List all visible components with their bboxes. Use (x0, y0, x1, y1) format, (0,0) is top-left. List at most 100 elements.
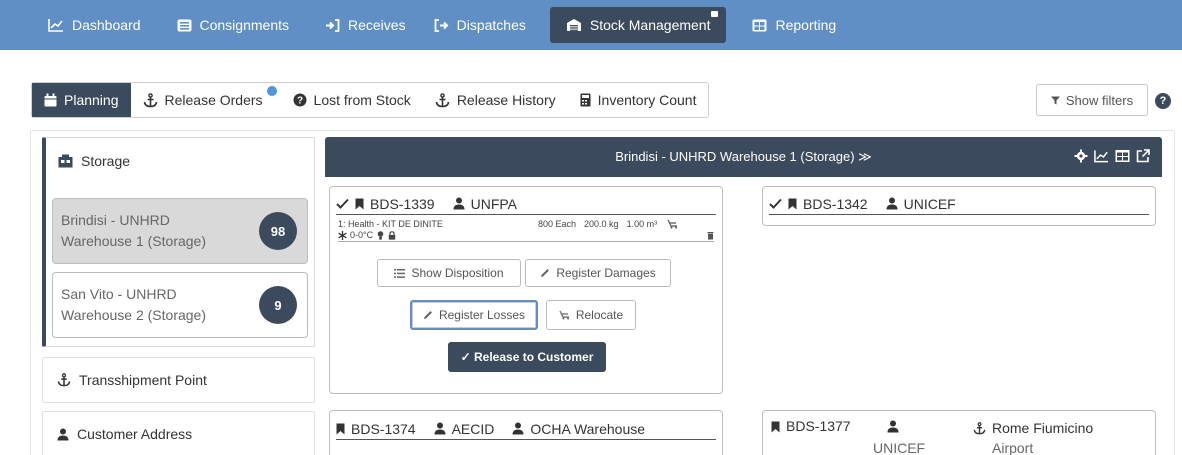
warehouse-item-san-vito[interactable]: San Vito - UNHRD Warehouse 2 (Storage) 9 (52, 272, 308, 338)
card-id: BDS-1377 (771, 418, 873, 455)
nav-dispatches-label: Dispatches (456, 17, 526, 33)
tab-lost-from-stock[interactable]: ? Lost from Stock (281, 83, 423, 117)
gear-icon[interactable] (1074, 149, 1088, 163)
tab-release-history[interactable]: Release History (423, 83, 568, 117)
warehouse-name-line1: Brindisi - UNHRD (61, 212, 170, 228)
show-filters-label: Show filters (1065, 92, 1134, 108)
nav-stock-management[interactable]: Stock Management (549, 7, 727, 43)
notification-dot (711, 11, 719, 17)
line-chart-icon (48, 19, 63, 32)
register-damages-button[interactable]: Register Damages (525, 259, 671, 287)
shipment-card[interactable]: BDS-1374 AECID OCHA Warehouse (329, 410, 723, 455)
cargo-weight: 200.0 kg (584, 219, 619, 229)
register-losses-button[interactable]: Register Losses (410, 300, 538, 330)
card-id: BDS-1339 (336, 196, 435, 212)
warehouse-name-line2: Warehouse 2 (Storage) (61, 307, 206, 323)
show-filters-button[interactable]: Show filters (1036, 84, 1148, 116)
nav-dashboard[interactable]: Dashboard (36, 0, 153, 50)
tab-release-history-label: Release History (456, 92, 556, 108)
card-id-label: BDS-1339 (370, 195, 435, 212)
nav-dispatches[interactable]: Dispatches (422, 0, 538, 50)
snowflake-icon (338, 230, 347, 240)
cargo-qty: 800 Each (538, 219, 577, 229)
card-destination-line1: Rome Fiumicino (992, 420, 1094, 436)
transshipment-label: Transshipment Point (79, 372, 207, 388)
storage-label: Storage (81, 153, 131, 169)
card-id-label: BDS-1342 (803, 195, 868, 212)
card-id-label: BDS-1374 (351, 420, 416, 437)
nav-receives[interactable]: Receives (313, 0, 418, 50)
card-owner: UNICEF (886, 196, 956, 212)
show-disposition-label: Show Disposition (411, 266, 504, 280)
bookmark-icon (771, 421, 780, 433)
card-owner: UNICEF (873, 418, 973, 455)
external-link-icon[interactable] (1136, 149, 1150, 163)
user-icon (886, 197, 898, 210)
card-id: BDS-1342 (769, 196, 868, 212)
card-destination-label: OCHA Warehouse (530, 420, 646, 437)
storage-header[interactable]: Storage (46, 138, 314, 184)
card-destination: OCHA Warehouse (512, 421, 645, 437)
shipment-card[interactable]: BDS-1339 UNFPA 1: Health - KIT DE DINITE… (329, 186, 723, 394)
card-header: BDS-1342 UNICEF (769, 193, 1149, 215)
card-owner: UNFPA (453, 196, 517, 212)
subtabs: Planning Release Orders ? Lost from Stoc… (31, 82, 710, 118)
customer-address-label: Customer Address (77, 426, 193, 442)
user-icon (453, 197, 465, 210)
user-icon (434, 422, 446, 435)
cargo-line: 1: Health - KIT DE DINITE 800 Each 200.0… (338, 219, 714, 229)
check-icon[interactable] (769, 198, 782, 209)
check-icon[interactable] (336, 198, 349, 209)
shipment-card[interactable]: BDS-1377 UNICEF Rome Fiumicino Airport (762, 410, 1156, 455)
bookmark-icon (788, 198, 797, 209)
cargo-volume: 1.00 m³ (626, 219, 658, 229)
location-sidebar: Storage Brindisi - UNHRD Warehouse 1 (St… (42, 137, 315, 455)
grid-icon[interactable] (1115, 149, 1130, 163)
sign-in-icon (326, 18, 340, 32)
tab-inventory-count[interactable]: Inventory Count (568, 83, 709, 117)
release-to-customer-button[interactable]: ✓ Release to Customer (448, 342, 606, 372)
card-id: BDS-1374 (336, 421, 416, 437)
card-owner-label: UNICEF (903, 195, 956, 212)
card-header: BDS-1374 AECID OCHA Warehouse (336, 418, 716, 440)
tab-release-orders-label: Release Orders (164, 92, 263, 108)
transshipment-point-item[interactable]: Transshipment Point (42, 357, 315, 403)
nav-reporting[interactable]: Reporting (740, 0, 848, 50)
show-disposition-button[interactable]: Show Disposition (377, 259, 521, 287)
line-chart-icon[interactable] (1094, 149, 1109, 163)
table-icon (752, 19, 767, 31)
help-glyph: ? (1159, 95, 1167, 107)
location-tools (1074, 149, 1150, 163)
nav-consignments[interactable]: Consignments (165, 0, 302, 50)
card-destination-line2: Airport (992, 440, 1034, 455)
list-icon (394, 268, 406, 278)
tab-lost-from-stock-label: Lost from Stock (313, 92, 411, 108)
user-icon (57, 428, 69, 440)
card-owner-label: UNICEF (873, 440, 926, 455)
pallet-jack-icon (559, 310, 569, 320)
pallet-jack-icon[interactable] (667, 219, 678, 229)
help-icon[interactable]: ? (1155, 93, 1171, 109)
tab-planning[interactable]: Planning (32, 83, 131, 117)
relocate-label: Relocate (575, 308, 624, 322)
tab-planning-label: Planning (64, 92, 119, 108)
anchor-icon (435, 92, 450, 107)
nav-consignments-label: Consignments (199, 17, 290, 33)
card-id-label: BDS-1377 (786, 418, 851, 434)
customer-address-item[interactable]: Customer Address (42, 411, 315, 455)
tab-release-orders[interactable]: Release Orders (131, 83, 281, 117)
top-nav: Dashboard Consignments Receives Dispatch… (0, 0, 1182, 50)
pencil-icon (423, 311, 432, 319)
card-destination: Rome Fiumicino Airport (973, 418, 1093, 455)
temperature-range: 0-0°C (350, 230, 374, 240)
warehouse-item-brindisi[interactable]: Brindisi - UNHRD Warehouse 1 (Storage) 9… (52, 198, 308, 264)
lightbulb-icon (377, 230, 384, 240)
location-title[interactable]: Brindisi - UNHRD Warehouse 1 (Storage) ≫ (615, 149, 872, 165)
warehouse-name: Brindisi - UNHRD Warehouse 1 (Storage) (61, 210, 206, 252)
storage-icon (58, 154, 73, 168)
relocate-button[interactable]: Relocate (546, 300, 636, 330)
nav-stock-management-label: Stock Management (589, 17, 711, 33)
shipment-card[interactable]: BDS-1342 UNICEF (762, 186, 1156, 226)
filter-icon (1050, 96, 1060, 104)
trash-icon[interactable] (707, 231, 714, 240)
